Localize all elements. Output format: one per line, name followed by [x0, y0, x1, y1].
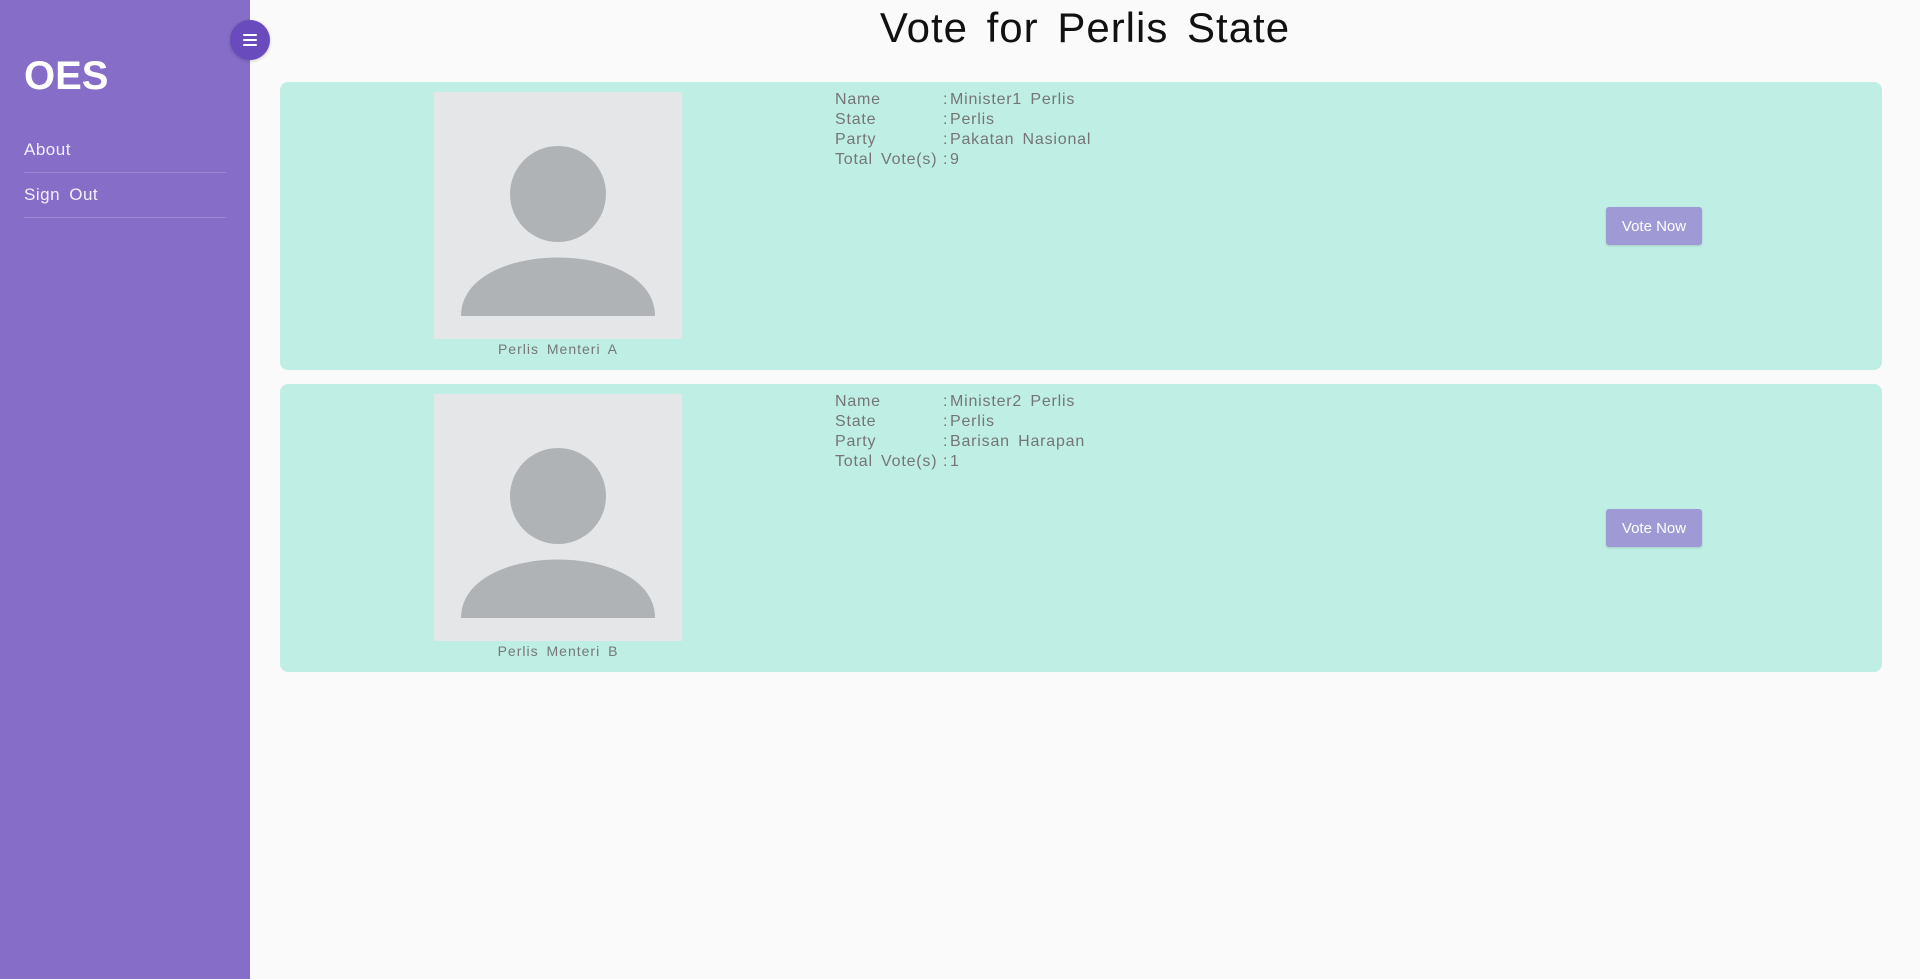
party-value: Pakatan Nasional	[950, 131, 1092, 148]
candidate-photo	[434, 92, 682, 339]
separator: :	[943, 413, 949, 430]
info-row-state: State: Perlis	[835, 110, 1091, 130]
info-row-party: Party: Pakatan Nasional	[835, 130, 1091, 150]
info-row-name: Name: Minister2 Perlis	[835, 392, 1085, 412]
party-value: Barisan Harapan	[950, 433, 1086, 450]
hamburger-menu-icon	[243, 31, 257, 49]
separator: :	[943, 393, 949, 410]
name-value: Minister1 Perlis	[950, 91, 1076, 108]
party-label: Party	[835, 433, 877, 450]
separator: :	[943, 433, 949, 450]
state-value: Perlis	[950, 413, 995, 430]
votes-value: 9	[950, 151, 960, 168]
user-placeholder-icon	[461, 146, 655, 316]
candidate-photo	[434, 394, 682, 641]
party-label: Party	[835, 131, 877, 148]
name-label: Name	[835, 393, 881, 410]
vote-now-button[interactable]: Vote Now	[1606, 509, 1702, 547]
separator: :	[943, 111, 949, 128]
vote-now-button[interactable]: Vote Now	[1606, 207, 1702, 245]
state-label: State	[835, 413, 877, 430]
separator: :	[943, 453, 949, 470]
info-row-name: Name: Minister1 Perlis	[835, 90, 1091, 110]
info-row-state: State: Perlis	[835, 412, 1085, 432]
sidebar: OES About Sign Out	[0, 0, 250, 979]
separator: :	[943, 91, 949, 108]
page-title: Vote for Perlis State	[879, 4, 1291, 51]
candidate-card: Perlis Menteri B Name: Minister2 Perlis S…	[280, 384, 1882, 672]
votes-label: Total Vote(s)	[835, 453, 938, 470]
main-content: Vote for Perlis State Perlis Menteri A N…	[250, 0, 1920, 979]
candidate-card: Perlis Menteri A Name: Minister1 Perlis S…	[280, 82, 1882, 370]
sidebar-item-about[interactable]: About	[24, 128, 226, 173]
candidate-caption: Perlis Menteri A	[497, 341, 619, 357]
info-row-votes: Total Vote(s):1	[835, 452, 1085, 472]
separator: :	[943, 151, 949, 168]
info-row-party: Party: Barisan Harapan	[835, 432, 1085, 452]
sidebar-nav: About Sign Out	[24, 128, 226, 218]
brand-logo[interactable]: OES	[24, 54, 108, 99]
candidate-caption: Perlis Menteri B	[497, 643, 619, 659]
info-row-votes: Total Vote(s):9	[835, 150, 1091, 170]
votes-label: Total Vote(s)	[835, 151, 938, 168]
candidate-info: Name: Minister2 Perlis State: Perlis Party…	[835, 392, 1085, 472]
state-value: Perlis	[950, 111, 995, 128]
name-label: Name	[835, 91, 881, 108]
name-value: Minister2 Perlis	[950, 393, 1076, 410]
user-placeholder-icon	[461, 448, 655, 618]
sidebar-item-sign-out[interactable]: Sign Out	[24, 173, 226, 218]
state-label: State	[835, 111, 877, 128]
separator: :	[943, 131, 949, 148]
candidate-info: Name: Minister1 Perlis State: Perlis Party…	[835, 90, 1091, 170]
sidebar-toggle-button[interactable]	[230, 20, 270, 60]
votes-value: 1	[950, 453, 960, 470]
